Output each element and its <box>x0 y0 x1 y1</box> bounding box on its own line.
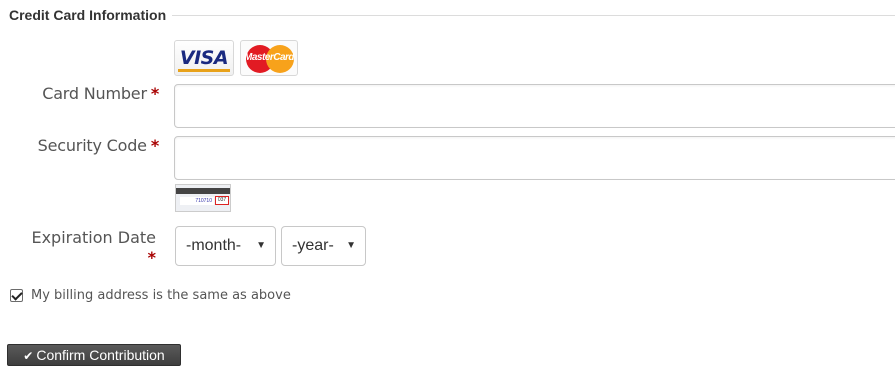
visa-logo-text: VISA <box>179 47 229 69</box>
cvv-hint-digits: 710710 <box>180 197 214 205</box>
billing-same-row[interactable]: My billing address is the same as above <box>10 286 291 304</box>
section-title: Credit Card Information <box>9 5 173 25</box>
cvv-hint-code: 037 <box>215 196 229 205</box>
security-code-input[interactable] <box>174 136 895 180</box>
mastercard-logo: MasterCard <box>240 40 298 76</box>
mastercard-logo-text: MasterCard <box>243 52 295 63</box>
section-legend: Credit Card Information <box>9 5 895 25</box>
security-code-label: Security Code * <box>37 136 160 155</box>
required-marker: * <box>150 136 159 155</box>
security-code-hint-image: 710710 037 <box>175 184 231 212</box>
expiration-month-select[interactable]: -month- ▼ <box>175 226 276 266</box>
card-number-label: Card Number * <box>42 84 159 103</box>
confirm-button-label: Confirm Contribution <box>36 347 165 363</box>
expiration-date-label: Expiration Date * <box>20 228 156 268</box>
required-marker: * <box>147 248 156 267</box>
expiration-year-select[interactable]: -year- ▼ <box>281 226 366 266</box>
check-icon: ✔ <box>23 349 34 363</box>
month-select-value: -month- <box>186 237 242 254</box>
required-marker: * <box>150 84 159 103</box>
dropdown-arrow-icon: ▼ <box>346 240 356 251</box>
confirm-contribution-button[interactable]: ✔ Confirm Contribution <box>7 344 181 366</box>
card-number-input[interactable] <box>174 84 895 128</box>
visa-logo: VISA <box>174 40 234 76</box>
billing-same-checkbox[interactable] <box>10 288 23 302</box>
billing-same-label: My billing address is the same as above <box>31 287 291 303</box>
year-select-value: -year- <box>292 237 334 254</box>
dropdown-arrow-icon: ▼ <box>256 240 266 251</box>
accepted-cards: VISA MasterCard <box>174 40 298 76</box>
